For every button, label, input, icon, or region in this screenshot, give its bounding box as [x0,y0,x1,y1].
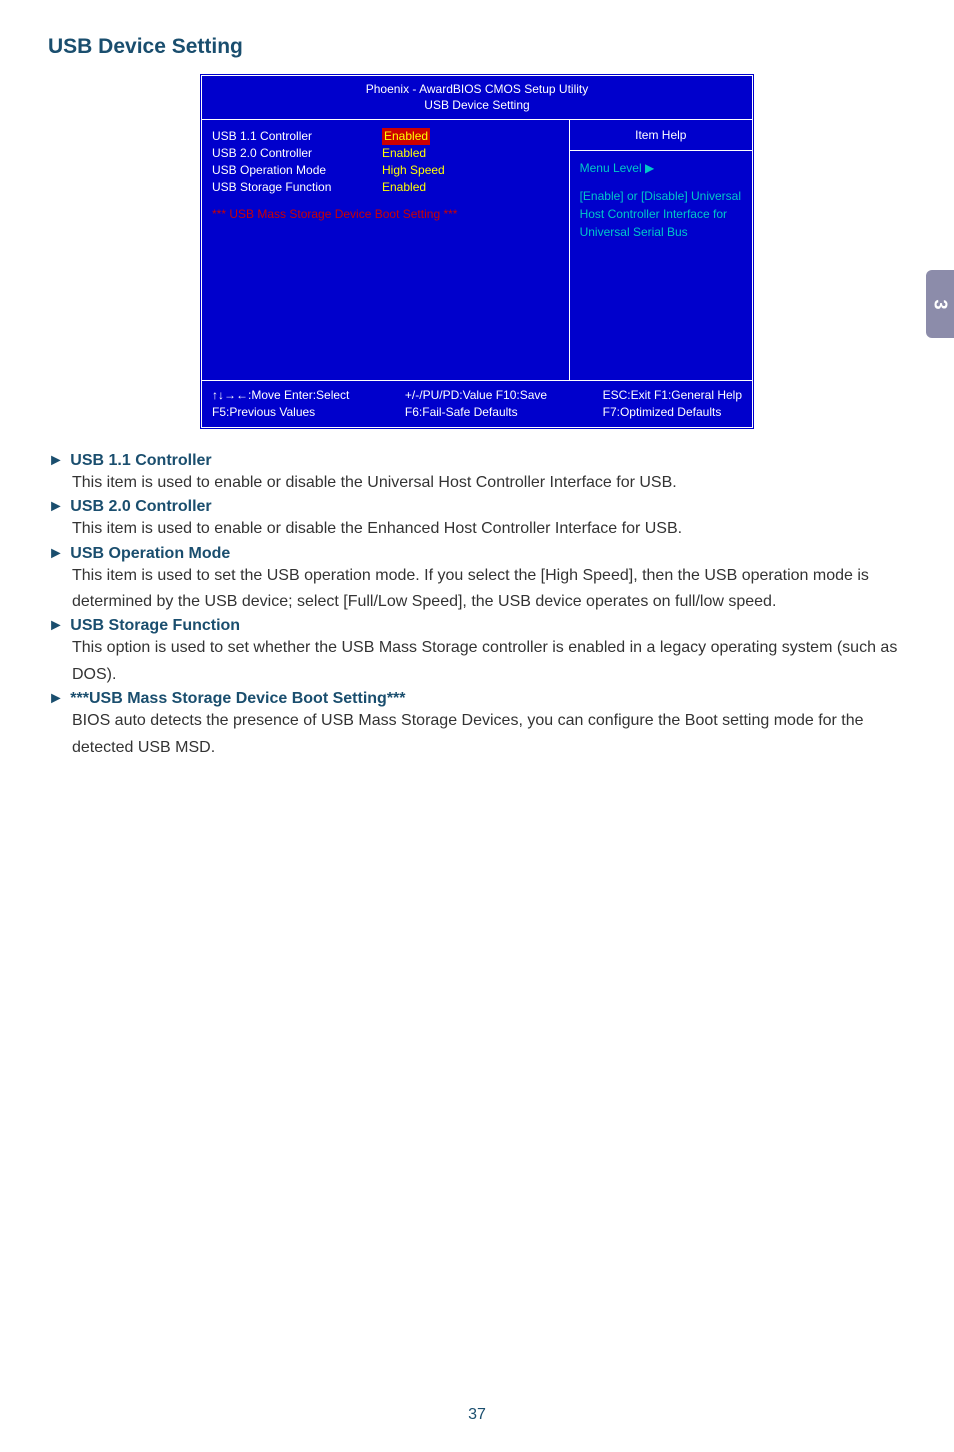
item-heading: ► ***USB Mass Storage Device Boot Settin… [48,690,906,708]
chapter-number: 3 [929,299,950,309]
setting-row: USB 1.1 Controller Enabled [212,128,559,145]
item-heading: ► USB Operation Mode [48,545,906,563]
setting-row: USB Operation Mode High Speed [212,162,559,179]
boot-setting-text: *** USB Mass Storage Device Boot Setting… [212,207,559,221]
item-body: This option is used to set whether the U… [72,635,906,688]
setting-value: Enabled [382,179,426,196]
item-heading: ► USB 2.0 Controller [48,498,906,516]
menu-level: Menu Level ▶ [580,159,742,177]
item-heading: ► USB Storage Function [48,617,906,635]
footer-text: F5:Previous Values [212,404,349,421]
arrow-right-icon: ► [48,545,64,563]
setting-label: USB 2.0 Controller [212,145,382,162]
setting-value: Enabled [382,145,426,162]
item-title: USB Operation Mode [70,545,230,562]
item-heading: ► USB 1.1 Controller [48,452,906,470]
footer-text: F6:Fail-Safe Defaults [405,404,547,421]
item-body: This item is used to enable or disable t… [72,516,906,542]
help-body-text: [Enable] or [Disable] Universal Host Con… [580,187,742,241]
setting-value: High Speed [382,162,445,179]
item-body: This item is used to enable or disable t… [72,470,906,496]
page-number: 37 [0,1406,954,1424]
setting-row: USB 2.0 Controller Enabled [212,145,559,162]
item-title: USB 2.0 Controller [70,498,211,515]
setting-label: USB Storage Function [212,179,382,196]
bios-footer: ↑↓→←:Move Enter:Select F5:Previous Value… [202,380,752,427]
footer-text: F7:Optimized Defaults [603,404,742,421]
item-body: This item is used to set the USB operati… [72,563,906,616]
footer-text: ESC:Exit F1:General Help [603,387,742,404]
arrow-right-icon: ► [48,498,64,516]
bios-help-pane: Item Help Menu Level ▶ [Enable] or [Disa… [570,120,752,380]
bios-header: Phoenix - AwardBIOS CMOS Setup Utility U… [202,76,752,120]
arrow-right-icon: ► [48,690,64,708]
footer-text: +/-/PU/PD:Value F10:Save [405,387,547,404]
chapter-tab: 3 [926,270,954,338]
arrow-right-icon: ► [48,452,64,470]
setting-value-selected: Enabled [382,128,430,145]
item-body: BIOS auto detects the presence of USB Ma… [72,708,906,761]
arrow-right-icon: ► [48,617,64,635]
bios-settings-pane: USB 1.1 Controller Enabled USB 2.0 Contr… [202,120,570,380]
item-title: USB 1.1 Controller [70,452,211,469]
bios-header-line1: Phoenix - AwardBIOS CMOS Setup Utility [202,82,752,98]
setting-label: USB Operation Mode [212,162,382,179]
description-list: ► USB 1.1 Controller This item is used t… [48,452,906,761]
bios-screenshot: Phoenix - AwardBIOS CMOS Setup Utility U… [199,73,755,430]
setting-row: USB Storage Function Enabled [212,179,559,196]
help-title: Item Help [570,120,752,151]
item-title: ***USB Mass Storage Device Boot Setting*… [70,690,405,707]
page-title: USB Device Setting [48,35,906,59]
setting-label: USB 1.1 Controller [212,128,382,145]
bios-header-line2: USB Device Setting [202,98,752,114]
item-title: USB Storage Function [70,617,240,634]
footer-text: ↑↓→←:Move Enter:Select [212,387,349,404]
